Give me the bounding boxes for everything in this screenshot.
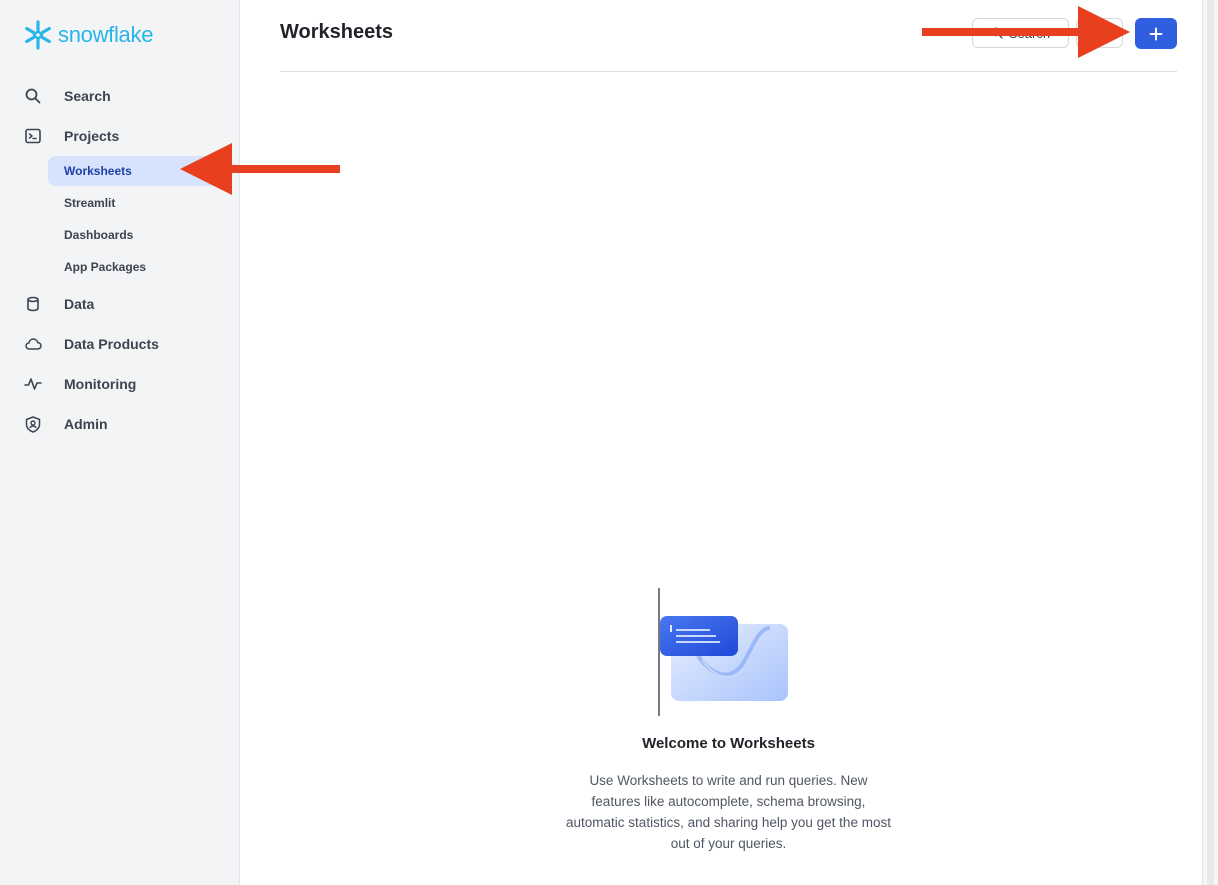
sidebar-item-label: Monitoring [64,376,137,392]
sidebar-item-label: Projects [64,128,120,144]
sidebar-item-label: Data Products [64,336,159,352]
main-content: Worksheets Search Welcome to Work [240,0,1202,885]
database-icon [24,295,42,313]
header-divider [280,71,1177,72]
scrollbar[interactable] [1202,0,1218,885]
activity-icon [24,375,42,393]
sidebar-item-monitoring[interactable]: Monitoring [24,372,136,396]
snowflake-logo[interactable]: snowflake [22,17,153,53]
search-icon [24,87,42,105]
snowflake-logo-icon [25,20,51,50]
brand-name: snowflake [58,22,154,47]
sidebar-item-data[interactable]: Data [24,292,94,316]
plus-icon [1149,27,1163,40]
empty-state-title: Welcome to Worksheets [642,735,815,752]
sidebar-item-search[interactable]: Search [24,84,111,108]
add-worksheet-button[interactable] [1135,18,1177,49]
sidebar-item-admin[interactable]: Admin [24,412,108,436]
sidebar: snowflake Search Projects Worksheets Str… [0,0,240,885]
scrollbar-track [1207,0,1214,885]
sidebar-item-data-products[interactable]: Data Products [24,332,159,356]
worksheets-illustration [658,588,788,716]
sidebar-item-label: Data [64,296,95,312]
cloud-icon [24,335,42,353]
annotation-arrow-left-icon [180,143,340,195]
sidebar-item-label: Admin [64,416,108,432]
sidebar-item-projects[interactable]: Projects [24,124,119,148]
shield-icon [24,415,42,433]
sidebar-item-label: Search [64,88,111,104]
terminal-icon [24,127,42,145]
empty-state-description: Use Worksheets to write and run queries.… [566,773,891,851]
annotation-arrow-right-icon [922,6,1130,58]
page-title: Worksheets [280,21,394,43]
sidebar-subitem-dashboards[interactable]: Dashboards [48,220,230,250]
sidebar-subitem-app-packages[interactable]: App Packages [48,252,230,282]
